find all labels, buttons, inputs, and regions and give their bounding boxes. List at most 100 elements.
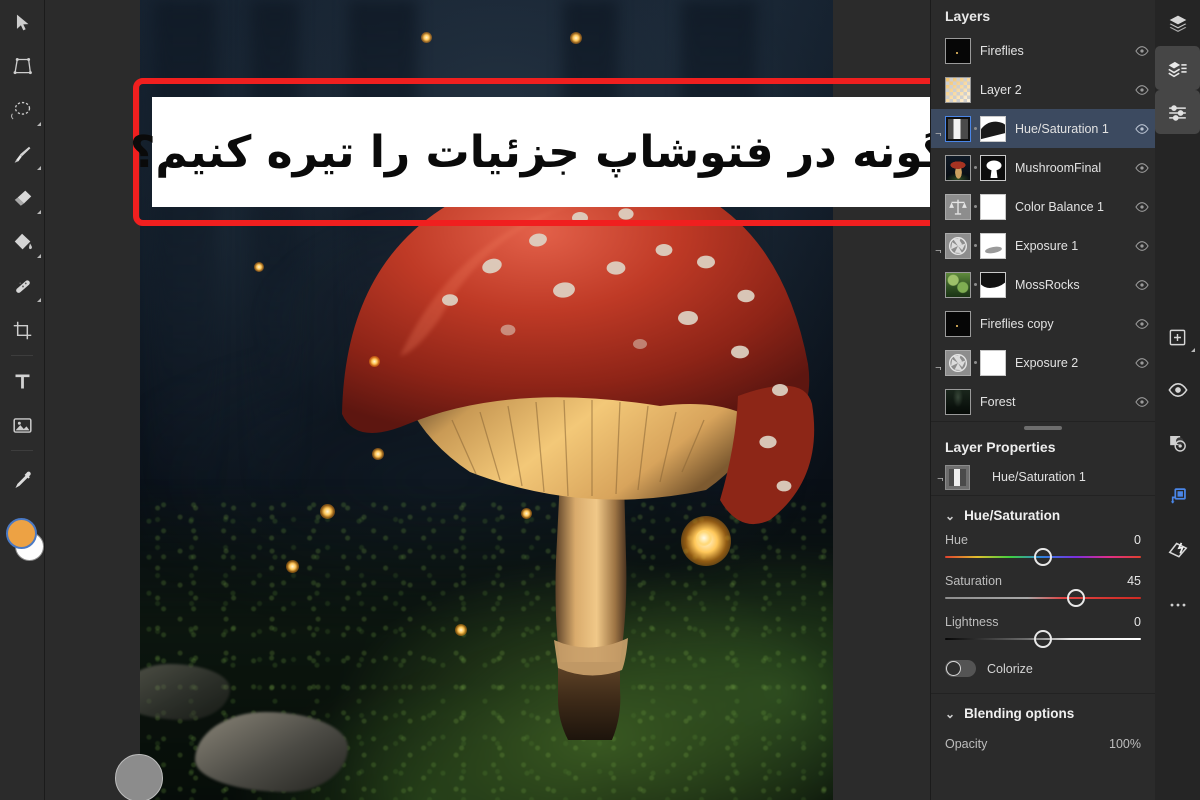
thumbnail-link-dot xyxy=(974,283,977,286)
layer-mask-thumbnail[interactable] xyxy=(980,349,1006,376)
firefly xyxy=(420,32,432,43)
clipping-indicator-icon: ⌐ xyxy=(935,362,942,374)
layer-mask-thumbnail[interactable] xyxy=(980,193,1006,220)
firefly xyxy=(285,560,299,573)
layer-name: Hue/Saturation 1 xyxy=(1015,121,1109,136)
layer-visibility-icon[interactable] xyxy=(1129,122,1155,136)
layers-stack-icon[interactable] xyxy=(1155,2,1200,46)
colorize-toggle[interactable] xyxy=(945,660,976,677)
healing-brush-tool[interactable] xyxy=(0,264,45,308)
layer-visibility-icon[interactable] xyxy=(1129,161,1155,175)
layer-thumbnail[interactable] xyxy=(945,193,971,220)
chevron-down-icon: ⌄ xyxy=(945,508,956,523)
blending-options-header[interactable]: ⌄ Blending options xyxy=(931,694,1155,731)
layer-thumbnail[interactable] xyxy=(945,349,971,376)
layer-thumbnail[interactable] xyxy=(945,115,971,142)
layer-row[interactable]: Fireflies copy xyxy=(931,304,1155,343)
layer-thumbnail[interactable] xyxy=(945,154,971,181)
annotation-text: چگونه در فتوشاپ جزئیات را تیره کنیم؟ xyxy=(130,97,981,207)
layer-properties-target-row[interactable]: ⌐ Hue/Saturation 1 xyxy=(931,459,1155,495)
layer-thumbnail[interactable] xyxy=(945,271,971,298)
hue-slider-track[interactable] xyxy=(945,548,1141,566)
hue-slider-knob[interactable] xyxy=(1034,548,1052,566)
toolbar-divider-2 xyxy=(11,450,33,451)
layer-mask-thumbnail[interactable] xyxy=(980,232,1006,259)
left-toolbar xyxy=(0,0,45,800)
layer-row[interactable]: ⌐ Exposure 1 xyxy=(931,226,1155,265)
layer-row[interactable]: Color Balance 1 xyxy=(931,187,1155,226)
layers-list[interactable]: Fireflies Layer 2 ⌐ Hue/Saturation 1 Mus… xyxy=(931,31,1155,421)
brush-size-preview xyxy=(115,754,163,800)
layer-row[interactable]: Layer 2 xyxy=(931,70,1155,109)
layer-visibility-icon[interactable] xyxy=(1129,317,1155,331)
layer-row-selected[interactable]: ⌐ Hue/Saturation 1 xyxy=(931,109,1155,148)
layer-row[interactable]: Fireflies xyxy=(931,31,1155,70)
eyedropper-tool[interactable] xyxy=(0,454,45,506)
lightness-slider-knob[interactable] xyxy=(1034,630,1052,648)
foreground-color-swatch[interactable] xyxy=(6,518,37,549)
mask-history-icon[interactable] xyxy=(1155,421,1200,465)
tool-flyout-indicator xyxy=(37,122,41,126)
photo-editor-app: چگونه در فتوشاپ جزئیات را تیره کنیم؟ Lay… xyxy=(0,0,1200,800)
layer-mask-thumbnail[interactable] xyxy=(980,271,1006,298)
layer-name: Forest xyxy=(980,394,1016,409)
layer-visibility-icon[interactable] xyxy=(1129,83,1155,97)
layer-row[interactable]: MushroomFinal xyxy=(931,148,1155,187)
layer-name: Exposure 2 xyxy=(1015,355,1079,370)
saturation-slider-block: Saturation 45 xyxy=(931,574,1155,607)
lasso-tool[interactable] xyxy=(0,88,45,132)
saturation-slider-track[interactable] xyxy=(945,589,1141,607)
huesat-section-header[interactable]: ⌄ Hue/Saturation xyxy=(931,496,1155,533)
add-layer-icon[interactable] xyxy=(1155,315,1200,359)
hue-value: 0 xyxy=(1134,533,1141,547)
opacity-row[interactable]: Opacity 100% xyxy=(931,731,1155,751)
layer-row[interactable]: Forest xyxy=(931,382,1155,421)
layers-panel-icon[interactable] xyxy=(1155,46,1200,90)
layer-thumbnail[interactable] xyxy=(945,76,971,103)
layers-panel-title: Layers xyxy=(945,8,991,24)
lightness-value: 0 xyxy=(1134,615,1141,629)
layer-row[interactable]: MossRocks xyxy=(931,265,1155,304)
layer-thumbnail[interactable] xyxy=(945,310,971,337)
quick-mask-icon[interactable] xyxy=(1155,527,1200,571)
eraser-tool[interactable] xyxy=(0,176,45,220)
layer-visibility-icon[interactable] xyxy=(1129,200,1155,214)
opacity-label: Opacity xyxy=(945,737,988,751)
layer-visibility-icon[interactable] xyxy=(1129,356,1155,370)
layer-thumbnail[interactable] xyxy=(945,232,971,259)
tool-flyout-indicator xyxy=(37,166,41,170)
transform-tool[interactable] xyxy=(0,44,45,88)
layer-name: Fireflies xyxy=(980,43,1024,58)
layer-visibility-icon[interactable] xyxy=(1129,278,1155,292)
color-swatches[interactable] xyxy=(0,510,45,568)
type-tool[interactable] xyxy=(0,359,45,403)
layer-thumbnail[interactable] xyxy=(945,388,971,415)
brush-tool[interactable] xyxy=(0,132,45,176)
crop-tool[interactable] xyxy=(0,308,45,352)
panel-resize-handle[interactable] xyxy=(931,422,1155,433)
colorize-row[interactable]: Colorize xyxy=(931,656,1155,693)
lightness-slider-track[interactable] xyxy=(945,630,1141,648)
visibility-eye-icon[interactable] xyxy=(1155,368,1200,412)
layer-properties-thumbnail[interactable] xyxy=(945,464,970,490)
layer-mask-thumbnail[interactable] xyxy=(980,115,1006,142)
paint-bucket-tool[interactable] xyxy=(0,220,45,264)
more-options-icon[interactable] xyxy=(1155,583,1200,627)
layer-name: Layer 2 xyxy=(980,82,1022,97)
move-tool[interactable] xyxy=(0,0,45,44)
tool-flyout-indicator xyxy=(37,210,41,214)
canvas-workspace[interactable]: چگونه در فتوشاپ جزئیات را تیره کنیم؟ xyxy=(45,0,981,800)
saturation-slider-knob[interactable] xyxy=(1067,589,1086,607)
opacity-value: 100% xyxy=(1109,737,1141,751)
layer-name: MossRocks xyxy=(1015,277,1080,292)
layer-visibility-icon[interactable] xyxy=(1129,44,1155,58)
layer-mask-thumbnail[interactable] xyxy=(980,154,1006,181)
layer-row[interactable]: ⌐ Exposure 2 xyxy=(931,343,1155,382)
tool-flyout-indicator xyxy=(37,254,41,258)
clipping-mask-icon[interactable] xyxy=(1155,474,1200,518)
layer-thumbnail[interactable] xyxy=(945,37,971,64)
adjustments-icon[interactable] xyxy=(1155,90,1200,134)
layer-visibility-icon[interactable] xyxy=(1129,395,1155,409)
layer-visibility-icon[interactable] xyxy=(1129,239,1155,253)
place-image-tool[interactable] xyxy=(0,403,45,447)
